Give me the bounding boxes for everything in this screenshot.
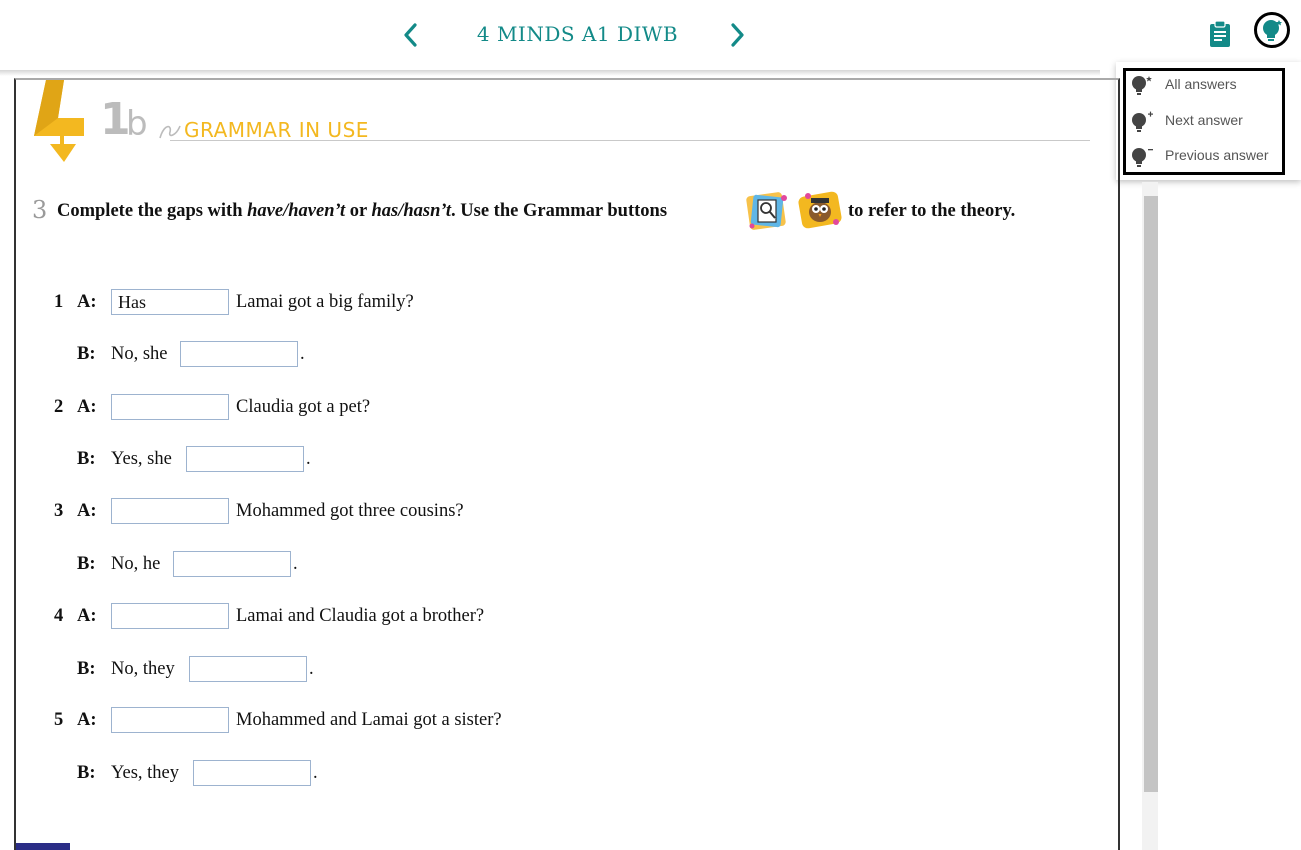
question-number: 1	[54, 292, 64, 312]
corner-tab	[16, 843, 70, 850]
answer-text: No, they	[111, 659, 175, 679]
section-title: GRAMMAR IN USE	[184, 118, 369, 142]
answer-punctuation: .	[293, 554, 298, 574]
answer-punctuation: .	[313, 763, 318, 783]
answer-punctuation: .	[309, 659, 314, 679]
answer-gap-a[interactable]	[111, 603, 229, 629]
grammar-button-1[interactable]	[744, 188, 792, 234]
grammar-button-2[interactable]	[796, 186, 844, 234]
chevron-right-icon	[731, 23, 744, 47]
answer-gap-a[interactable]	[111, 498, 229, 524]
menu-item-label: Next answer	[1165, 112, 1243, 128]
speaker-b-label: B:	[77, 449, 96, 469]
page-frame	[14, 78, 1120, 850]
bulb-plus-icon	[1132, 111, 1153, 132]
answer-text: No, she	[111, 344, 168, 364]
chevron-left-icon	[404, 23, 417, 47]
lightbulb-icon	[1263, 20, 1282, 41]
question-number: 2	[54, 397, 64, 417]
question-number: 4	[54, 606, 64, 626]
answer-gap-b[interactable]	[180, 341, 298, 367]
answer-gap-b[interactable]	[193, 760, 311, 786]
menu-item-previous-answer[interactable]: Previous answer	[1130, 143, 1282, 169]
exercise-number: 3	[32, 196, 48, 224]
speaker-b-label: B:	[77, 344, 96, 364]
menu-item-all-answers[interactable]: All answers	[1130, 72, 1282, 98]
question-text: Lamai and Claudia got a brother?	[236, 606, 485, 626]
menu-item-label: All answers	[1165, 76, 1237, 92]
answer-text: Yes, she	[111, 449, 172, 469]
speaker-b-label: B:	[77, 763, 96, 783]
grammar-owl-icon	[798, 191, 842, 229]
answer-gap-a[interactable]	[111, 707, 229, 733]
unit-letter: b	[126, 104, 148, 144]
question-text: Mohammed and Lamai got a sister?	[236, 710, 502, 730]
menu-item-next-answer[interactable]: Next answer	[1130, 108, 1282, 134]
previous-page-button[interactable]	[396, 18, 426, 52]
swirl-icon	[159, 125, 181, 139]
speaker-b-label: B:	[77, 554, 96, 574]
answer-gap-a[interactable]	[111, 394, 229, 420]
speaker-a-label: A:	[77, 710, 97, 730]
grammar-book-icon	[746, 192, 787, 230]
answer-gap-b[interactable]	[186, 446, 304, 472]
speaker-a-label: A:	[77, 606, 97, 626]
bulb-all-icon	[1132, 76, 1152, 95]
speaker-a-label: A:	[77, 397, 97, 417]
answer-text: No, he	[111, 554, 161, 574]
bulb-minus-icon	[1132, 148, 1153, 167]
question-text: Lamai got a big family?	[236, 292, 414, 312]
answer-gap-b[interactable]	[173, 551, 291, 577]
speaker-a-label: A:	[77, 292, 97, 312]
book-title: 4 MINDS A1 DIWB	[476, 22, 679, 46]
answer-gap-b[interactable]	[189, 656, 307, 682]
question-number: 3	[54, 501, 64, 521]
answer-gap-a[interactable]	[111, 289, 229, 315]
next-page-button[interactable]	[722, 18, 752, 52]
question-number: 5	[54, 710, 64, 730]
speaker-a-label: A:	[77, 501, 97, 521]
answer-text: Yes, they	[111, 763, 180, 783]
exercise-instruction-end: to refer to the theory.	[848, 201, 1016, 221]
menu-item-label: Previous answer	[1165, 147, 1269, 163]
question-text: Mohammed got three cousins?	[236, 501, 464, 521]
clipboard-button[interactable]	[1208, 20, 1232, 48]
section-divider	[170, 140, 1090, 141]
answers-toggle-button[interactable]	[1254, 12, 1290, 48]
question-text: Claudia got a pet?	[236, 397, 371, 417]
unit-logo-icon	[34, 80, 84, 162]
answer-punctuation: .	[306, 449, 311, 469]
clipboard-icon	[1210, 20, 1230, 47]
speaker-b-label: B:	[77, 659, 96, 679]
exercise-instruction: Complete the gaps with have/haven’t or h…	[57, 201, 668, 221]
answer-punctuation: .	[300, 344, 305, 364]
scrollbar-thumb[interactable]	[1144, 196, 1158, 792]
top-bar-shadow	[0, 70, 1100, 76]
